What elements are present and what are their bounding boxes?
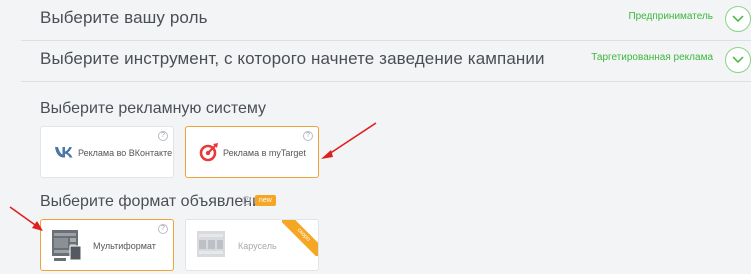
help-icon[interactable]: ?	[158, 224, 168, 234]
role-value[interactable]: Предприниматель	[628, 11, 713, 22]
tool-value[interactable]: Таргетированная реклама	[591, 52, 713, 63]
carousel-preview-icon	[197, 231, 225, 257]
help-icon[interactable]: ?	[303, 131, 313, 141]
mytarget-logo-icon	[199, 143, 218, 162]
coming-soon-ribbon: скоро	[282, 220, 318, 256]
ad-system-option-vk[interactable]: ? Реклама во ВКонтакте	[40, 126, 174, 178]
coming-soon-label: скоро	[282, 220, 318, 256]
multiformat-preview-icon	[52, 230, 82, 261]
ad-system-option-mytarget[interactable]: ? Реклама в myTarget	[185, 126, 319, 178]
role-selector[interactable]: Выберите вашу роль Предприниматель	[21, 0, 751, 41]
vk-logo-icon	[55, 147, 73, 158]
ad-system-option-label: Реклама во ВКонтакте	[78, 148, 173, 158]
new-badge: new	[255, 195, 276, 206]
chevron-down-icon	[732, 56, 744, 64]
ad-format-option-label: Карусель	[238, 241, 277, 251]
ad-system-option-label: Реклама в myTarget	[223, 148, 306, 158]
role-title: Выберите вашу роль	[40, 8, 208, 27]
ad-format-title: Выберите формат объявления	[40, 193, 270, 210]
tool-title: Выберите инструмент, с которого начнете …	[40, 49, 545, 68]
role-toggle-button[interactable]	[725, 6, 751, 32]
ad-format-option-label: Мультиформат	[93, 241, 156, 251]
tool-selector[interactable]: Выберите инструмент, с которого начнете …	[21, 41, 751, 82]
page: Выберите вашу роль Предприниматель Выбер…	[0, 0, 751, 274]
help-icon[interactable]: ?	[158, 131, 168, 141]
ad-format-option-carousel: скоро Карусель	[185, 219, 319, 271]
annotation-arrow	[321, 122, 377, 159]
ad-system-title: Выберите рекламную систему	[40, 100, 267, 117]
info-icon[interactable]: ?	[242, 196, 251, 205]
chevron-down-icon	[732, 15, 744, 23]
ad-format-option-multiformat[interactable]: ? Мультиформат	[40, 219, 174, 271]
tool-toggle-button[interactable]	[725, 47, 751, 73]
annotation-arrow	[9, 206, 43, 231]
